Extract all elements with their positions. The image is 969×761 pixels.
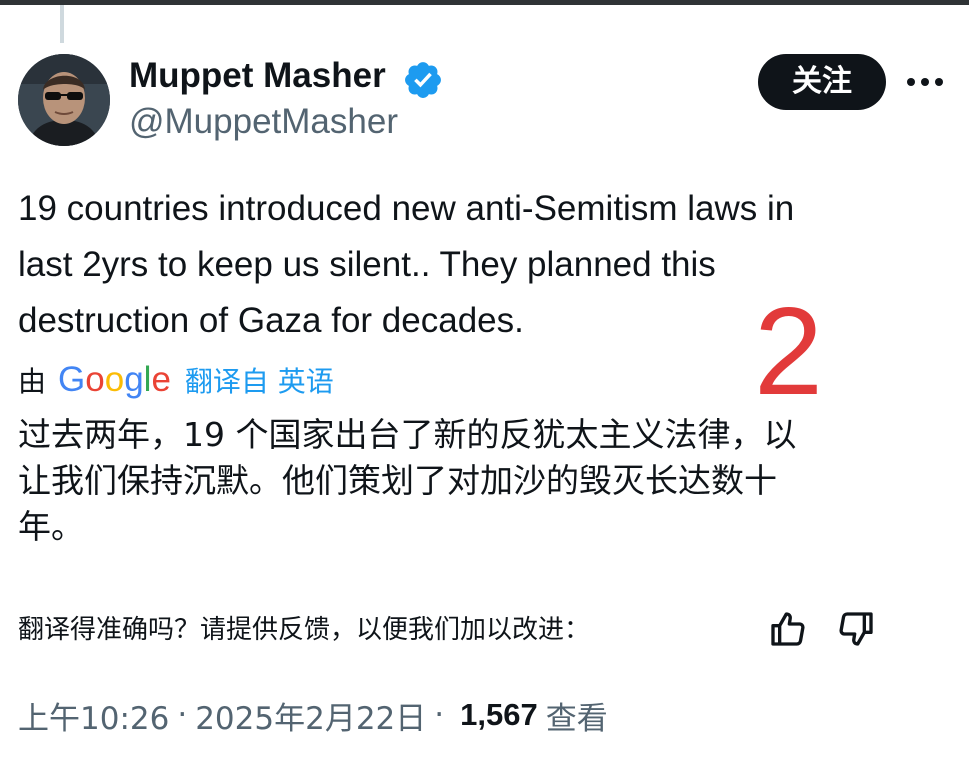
- translated-by-label: 由: [18, 365, 47, 398]
- tweet-time[interactable]: 上午10:26: [18, 693, 169, 738]
- google-logo-letter: o: [85, 360, 105, 399]
- views-label: 查看: [545, 700, 608, 737]
- follow-button[interactable]: 关注: [758, 54, 886, 110]
- views-count: 1,567: [460, 697, 538, 732]
- google-logo-letter: g: [124, 360, 144, 399]
- thread-connector-line: [60, 5, 64, 43]
- overlay-annotation-number: 2: [754, 283, 823, 421]
- avatar-image: [18, 54, 110, 146]
- google-logo-letter: o: [104, 360, 125, 399]
- google-logo-letter: e: [151, 360, 171, 399]
- meta-separator: ·: [177, 697, 188, 733]
- translated-from-link[interactable]: 翻译自 英语: [185, 360, 334, 400]
- thumbs-up-icon[interactable]: [768, 609, 808, 649]
- verified-badge-icon: [405, 62, 441, 98]
- tweet-date[interactable]: 2025年2月22日: [195, 693, 426, 738]
- top-divider: [0, 0, 969, 5]
- thumbs-down-icon[interactable]: [836, 609, 876, 649]
- meta-separator: ·: [434, 697, 445, 733]
- translated-text: 过去两年，19 个国家出台了新的反犹太主义法律，以 让我们保持沉默。他们策划了对…: [18, 415, 797, 546]
- translation-feedback-question: 翻译得准确吗？请提供反馈，以便我们加以改进：: [18, 615, 591, 645]
- google-logo: Google: [58, 360, 171, 400]
- google-logo-letter: G: [58, 360, 86, 399]
- author-display-name[interactable]: Muppet Masher: [129, 56, 386, 96]
- more-horizontal-icon[interactable]: [904, 68, 946, 96]
- avatar[interactable]: [18, 54, 110, 146]
- tweet-meta: 上午10:26 · 2025年2月22日 · 1,567 查看: [18, 693, 608, 737]
- author-handle[interactable]: @MuppetMasher: [129, 102, 398, 142]
- translation-attribution: 由 Google 翻译自 英语: [18, 360, 334, 400]
